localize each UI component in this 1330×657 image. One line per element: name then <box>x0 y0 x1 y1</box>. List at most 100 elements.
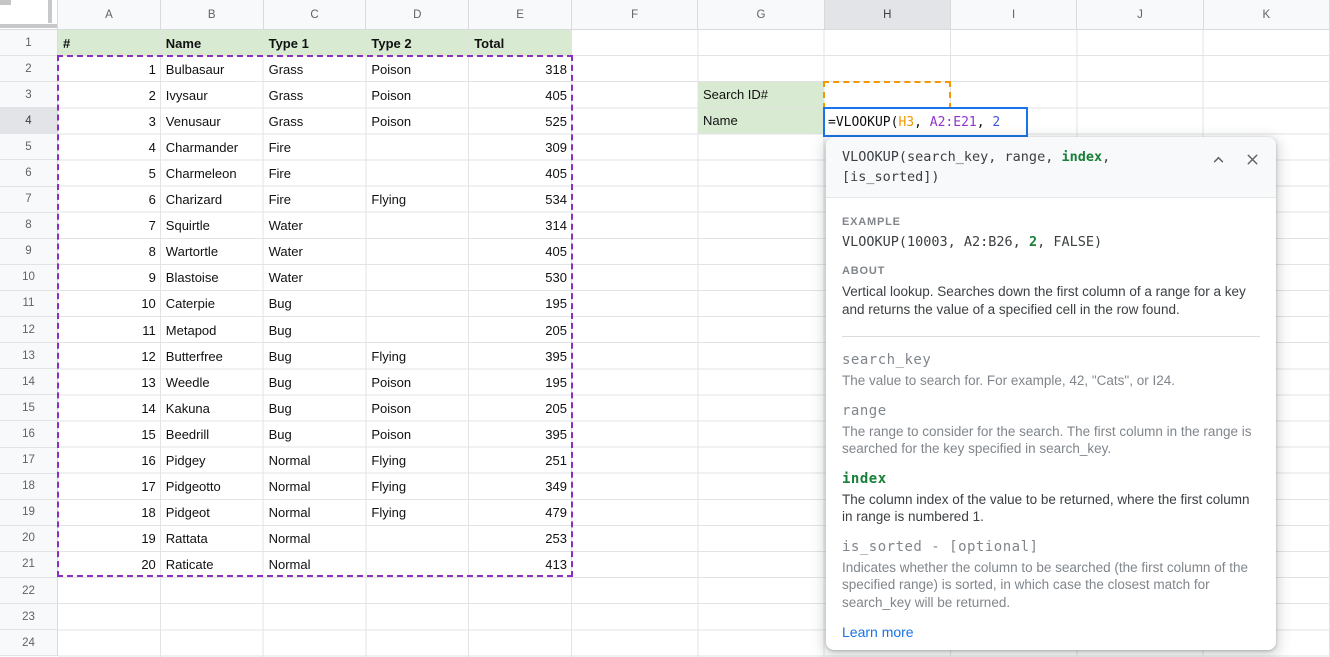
row-header-cell[interactable]: 17 <box>0 448 58 474</box>
column-header-cell[interactable]: H <box>825 0 951 30</box>
cell-type1[interactable]: Water <box>264 265 367 291</box>
row-header-cell[interactable]: 21 <box>0 552 58 578</box>
cell-type2[interactable] <box>366 265 469 291</box>
row-header-cell[interactable]: 20 <box>0 526 58 552</box>
cell-name[interactable]: Kakuna <box>161 395 264 421</box>
cell-total[interactable]: 309 <box>469 134 572 160</box>
row-header-cell[interactable]: 8 <box>0 213 58 239</box>
cell-type1[interactable]: Grass <box>264 108 367 134</box>
cell-total[interactable]: 195 <box>469 369 572 395</box>
cell-total[interactable]: 525 <box>469 108 572 134</box>
cell-number[interactable]: 2 <box>58 82 161 108</box>
cell-total[interactable]: 395 <box>469 343 572 369</box>
cell-total[interactable]: 253 <box>469 526 572 552</box>
cell-type1[interactable]: Fire <box>264 134 367 160</box>
cell-number[interactable]: 8 <box>58 239 161 265</box>
cell-name[interactable]: Caterpie <box>161 291 264 317</box>
cell-number[interactable]: 6 <box>58 187 161 213</box>
search-id-label-cell[interactable]: Search ID# <box>698 82 824 108</box>
cell-type1[interactable]: Bug <box>264 395 367 421</box>
cell-type2[interactable]: Poison <box>366 421 469 447</box>
cell-name[interactable]: Ivysaur <box>161 82 264 108</box>
cell-total[interactable]: 205 <box>469 317 572 343</box>
cell-type1[interactable]: Bug <box>264 317 367 343</box>
row-header-cell[interactable]: 13 <box>0 343 58 369</box>
cell-type2[interactable]: Poison <box>366 108 469 134</box>
cell-number[interactable]: 11 <box>58 317 161 343</box>
column-header-cell[interactable]: B <box>161 0 264 30</box>
cell-type1[interactable]: Grass <box>264 56 367 82</box>
cell-type1[interactable]: Bug <box>264 343 367 369</box>
cell-type1[interactable]: Normal <box>264 526 367 552</box>
cell-total[interactable]: 318 <box>469 56 572 82</box>
column-header-cell[interactable]: J <box>1077 0 1203 30</box>
cell-name[interactable]: Charizard <box>161 187 264 213</box>
cell-number[interactable]: 20 <box>58 552 161 578</box>
row-header-cell[interactable]: 10 <box>0 265 58 291</box>
cell-type1[interactable]: Normal <box>264 552 367 578</box>
table-header-cell[interactable]: Type 2 <box>366 30 469 56</box>
cell-type1[interactable]: Bug <box>264 291 367 317</box>
cell-number[interactable]: 9 <box>58 265 161 291</box>
row-header-cell[interactable]: 7 <box>0 187 58 213</box>
row-header-cell[interactable]: 6 <box>0 160 58 186</box>
cell-type2[interactable] <box>366 239 469 265</box>
row-header-cell[interactable]: 12 <box>0 317 58 343</box>
cell-number[interactable]: 3 <box>58 108 161 134</box>
cell-type2[interactable] <box>366 552 469 578</box>
cell-name[interactable]: Beedrill <box>161 421 264 447</box>
cell-type2[interactable] <box>366 317 469 343</box>
cell-name[interactable]: Blastoise <box>161 265 264 291</box>
cell-total[interactable]: 405 <box>469 160 572 186</box>
cell-number[interactable]: 15 <box>58 421 161 447</box>
column-header-cell[interactable]: F <box>572 0 698 30</box>
cell-number[interactable]: 4 <box>58 134 161 160</box>
cell-type1[interactable]: Bug <box>264 421 367 447</box>
column-header-cell[interactable]: K <box>1204 0 1330 30</box>
cell-name[interactable]: Bulbasaur <box>161 56 264 82</box>
cell-type2[interactable] <box>366 291 469 317</box>
cell-type2[interactable]: Flying <box>366 448 469 474</box>
row-header-cell[interactable]: 5 <box>0 134 58 160</box>
cell-number[interactable]: 16 <box>58 448 161 474</box>
name-label-cell[interactable]: Name <box>698 108 824 134</box>
cell-type1[interactable]: Fire <box>264 187 367 213</box>
collapse-button[interactable] <box>1208 149 1228 169</box>
cell-number[interactable]: 1 <box>58 56 161 82</box>
column-header-cell[interactable]: G <box>698 0 824 30</box>
cell-name[interactable]: Pidgeot <box>161 500 264 526</box>
row-header-cell[interactable]: 24 <box>0 630 58 656</box>
cell-number[interactable]: 14 <box>58 395 161 421</box>
row-header-cell[interactable]: 3 <box>0 82 58 108</box>
cell-type1[interactable]: Fire <box>264 160 367 186</box>
column-header-cell[interactable]: I <box>951 0 1077 30</box>
table-header-cell[interactable]: Total <box>469 30 572 56</box>
cell-type2[interactable]: Poison <box>366 395 469 421</box>
cell-type1[interactable]: Normal <box>264 448 367 474</box>
cell-type2[interactable] <box>366 134 469 160</box>
row-header-cell[interactable]: 19 <box>0 500 58 526</box>
cell-type2[interactable]: Poison <box>366 56 469 82</box>
row-header-cell[interactable]: 9 <box>0 239 58 265</box>
cell-number[interactable]: 17 <box>58 474 161 500</box>
cell-name[interactable]: Charmeleon <box>161 160 264 186</box>
cell-total[interactable]: 349 <box>469 474 572 500</box>
cell-name[interactable]: Venusaur <box>161 108 264 134</box>
formula-input[interactable]: =VLOOKUP(H3, A2:E21, 2 <box>823 107 1028 137</box>
cell-number[interactable]: 10 <box>58 291 161 317</box>
row-header-cell[interactable]: 16 <box>0 421 58 447</box>
learn-more-link[interactable]: Learn more <box>842 624 1260 640</box>
table-header-cell[interactable]: Name <box>161 30 264 56</box>
row-header-cell[interactable]: 1 <box>0 30 58 56</box>
table-header-cell[interactable]: Type 1 <box>264 30 367 56</box>
row-header-cell[interactable]: 2 <box>0 56 58 82</box>
table-header-cell[interactable]: # <box>58 30 161 56</box>
cell-type2[interactable] <box>366 160 469 186</box>
cell-type1[interactable]: Normal <box>264 500 367 526</box>
row-header-cell[interactable]: 14 <box>0 369 58 395</box>
row-header-cell[interactable]: 22 <box>0 578 58 604</box>
cell-type2[interactable]: Poison <box>366 82 469 108</box>
cell-number[interactable]: 18 <box>58 500 161 526</box>
cell-type2[interactable]: Flying <box>366 474 469 500</box>
cell-name[interactable]: Butterfree <box>161 343 264 369</box>
